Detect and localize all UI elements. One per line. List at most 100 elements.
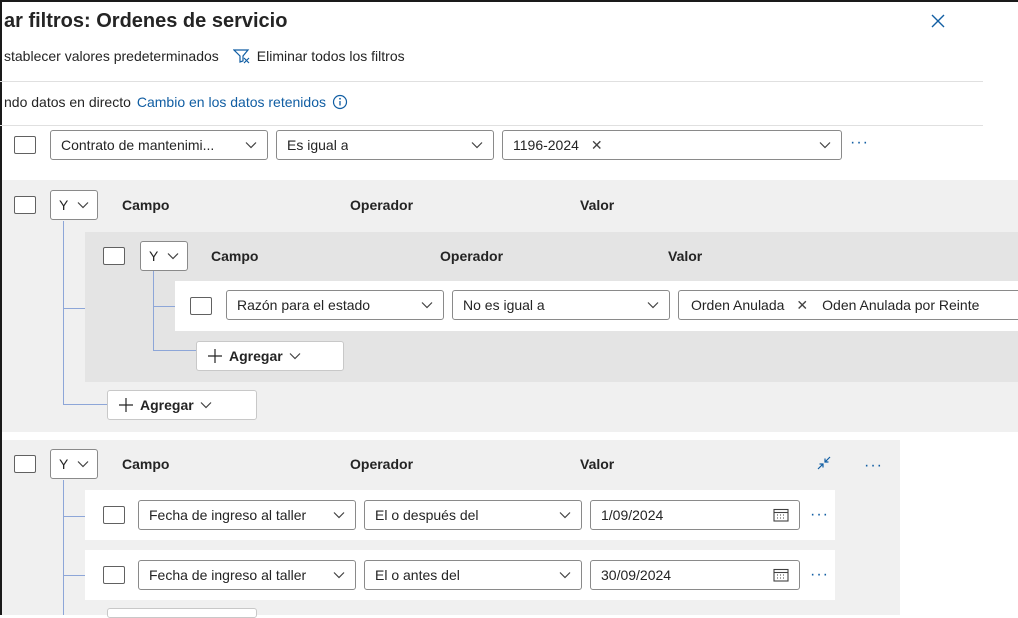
tree-line: [63, 404, 107, 405]
window-border-top: [0, 0, 1018, 2]
calendar-icon[interactable]: [773, 568, 789, 582]
subgroup-checkbox[interactable]: [103, 247, 125, 265]
plus-icon: [208, 349, 222, 363]
subgroup-operator-dropdown[interactable]: Y: [140, 241, 188, 271]
operator-value: El o antes del: [375, 567, 460, 583]
data-mode-info: ndo datos en directo Cambio en los datos…: [4, 94, 348, 110]
column-header-field: Campo: [122, 197, 170, 213]
add-button[interactable]: Agregar: [196, 341, 344, 371]
group-more-button[interactable]: ···: [864, 458, 883, 474]
filter-clear-icon: [232, 49, 250, 64]
operator-value: El o después del: [375, 507, 479, 523]
chevron-down-icon: [559, 572, 571, 579]
remove-tag-button[interactable]: ✕: [796, 297, 808, 314]
value-tag-label: 1196-2024: [513, 137, 579, 153]
tree-line: [63, 308, 85, 309]
chevron-down-icon: [421, 302, 433, 309]
field-value: Contrato de mantenimi...: [61, 137, 215, 153]
group-checkbox[interactable]: [14, 196, 36, 214]
column-header-value: Valor: [580, 197, 615, 213]
collapse-button[interactable]: [816, 455, 832, 474]
chevron-down-icon: [77, 202, 89, 209]
tree-line: [63, 480, 64, 615]
tree-line: [63, 516, 85, 517]
column-header-field: Campo: [211, 248, 259, 264]
column-header-operator: Operador: [350, 197, 414, 213]
calendar-icon[interactable]: [773, 508, 789, 522]
group-operator-dropdown[interactable]: Y: [50, 190, 98, 220]
value-tag-label: Oden Anulada por Reinte: [822, 297, 980, 313]
field-dropdown[interactable]: Contrato de mantenimi...: [50, 130, 268, 160]
date-value: 1/09/2024: [601, 507, 664, 523]
row-more-button[interactable]: ···: [810, 567, 829, 583]
operator-dropdown[interactable]: No es igual a: [452, 290, 670, 320]
more-icon: ···: [850, 134, 869, 151]
column-header-value: Valor: [580, 456, 615, 472]
panel-title: ar filtros: Ordenes de servicio: [4, 10, 288, 32]
add-button[interactable]: [107, 608, 257, 618]
tree-line: [153, 271, 154, 350]
value-tag: Oden Anulada por Reinte: [822, 297, 979, 313]
clear-all-filters-button[interactable]: Eliminar todos los filtros: [232, 48, 405, 64]
toolbar: stablecer valores predeterminados Elimin…: [4, 46, 405, 66]
operator-value: No es igual a: [463, 297, 545, 313]
add-button[interactable]: Agregar: [107, 390, 257, 420]
more-icon: ···: [810, 506, 829, 523]
collapse-icon: [817, 456, 831, 470]
field-dropdown[interactable]: Fecha de ingreso al taller: [138, 560, 356, 590]
row-checkbox[interactable]: [103, 566, 125, 584]
field-dropdown[interactable]: Razón para el estado: [226, 290, 444, 320]
more-icon: ···: [810, 566, 829, 583]
change-retained-data-link[interactable]: Cambio en los datos retenidos: [137, 94, 326, 110]
reset-defaults-button[interactable]: stablecer valores predeterminados: [4, 48, 219, 64]
chevron-down-icon: [333, 512, 345, 519]
tree-line: [153, 306, 175, 307]
field-value: Fecha de ingreso al taller: [149, 507, 307, 523]
value-multiselect[interactable]: 1196-2024 ✕: [502, 130, 842, 160]
chevron-down-icon: [559, 512, 571, 519]
date-picker[interactable]: 30/09/2024: [590, 560, 800, 590]
close-icon: [931, 14, 945, 28]
add-button-label: Agregar: [229, 348, 283, 364]
operator-dropdown[interactable]: El o después del: [364, 500, 582, 530]
value-tag: 1196-2024 ✕: [513, 137, 603, 154]
chevron-down-icon: [289, 353, 301, 360]
add-button-label: Agregar: [140, 397, 194, 413]
data-mode-text: ndo datos en directo: [4, 94, 131, 110]
group-operator-dropdown[interactable]: Y: [50, 449, 98, 479]
row-checkbox[interactable]: [103, 506, 125, 524]
chevron-down-icon: [333, 572, 345, 579]
tree-line: [153, 350, 197, 351]
date-value: 30/09/2024: [601, 567, 672, 583]
operator-dropdown[interactable]: El o antes del: [364, 560, 582, 590]
divider: [0, 81, 983, 82]
value-multiselect[interactable]: Orden Anulada ✕ Oden Anulada por Reinte: [678, 290, 1018, 320]
field-value: Fecha de ingreso al taller: [149, 567, 307, 583]
remove-tag-button[interactable]: ✕: [591, 137, 603, 154]
info-icon[interactable]: [332, 94, 348, 110]
operator-dropdown[interactable]: Es igual a: [276, 130, 494, 160]
group-operator-value: Y: [59, 197, 69, 213]
chevron-down-icon: [167, 253, 179, 260]
field-value: Razón para el estado: [237, 297, 371, 313]
row-checkbox[interactable]: [190, 297, 212, 315]
column-header-value: Valor: [668, 248, 703, 264]
date-picker[interactable]: 1/09/2024: [590, 500, 800, 530]
chevron-down-icon: [245, 142, 257, 149]
divider: [0, 125, 983, 126]
row-more-button[interactable]: ···: [850, 135, 869, 151]
row-more-button[interactable]: ···: [810, 507, 829, 523]
field-dropdown[interactable]: Fecha de ingreso al taller: [138, 500, 356, 530]
chevron-down-icon: [471, 142, 483, 149]
close-button[interactable]: [928, 11, 948, 31]
group-checkbox[interactable]: [14, 455, 36, 473]
row-checkbox[interactable]: [14, 136, 36, 154]
column-header-operator: Operador: [440, 248, 504, 264]
plus-icon: [119, 398, 133, 412]
subgroup-operator-value: Y: [149, 248, 159, 264]
tree-line: [63, 575, 85, 576]
more-icon: ···: [864, 457, 883, 474]
column-header-operator: Operador: [350, 456, 414, 472]
operator-value: Es igual a: [287, 137, 349, 153]
chevron-down-icon: [200, 402, 212, 409]
